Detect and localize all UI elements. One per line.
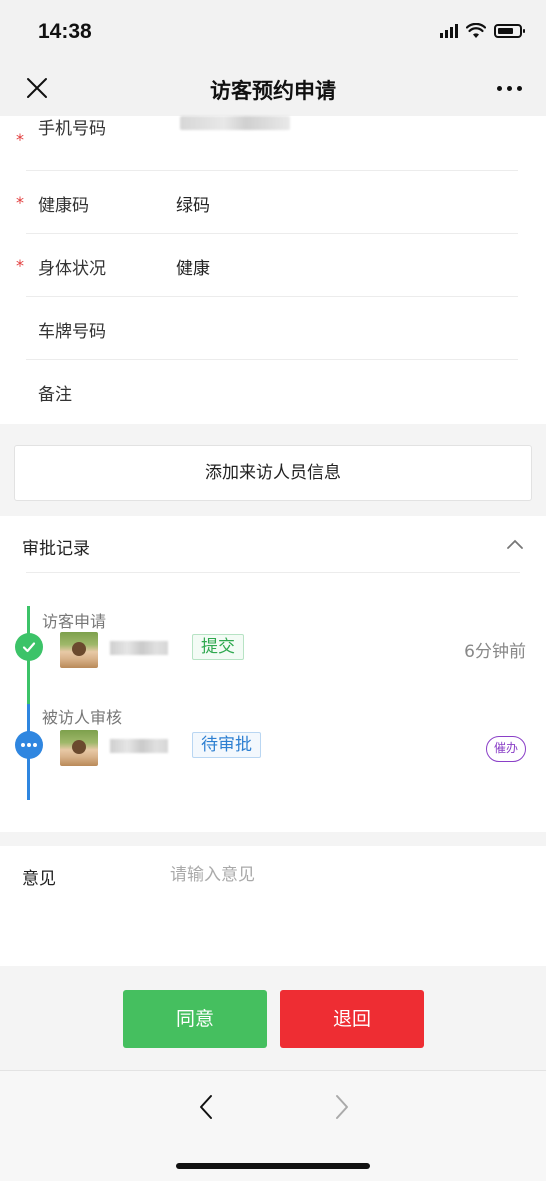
required-mark: * bbox=[16, 130, 24, 149]
avatar bbox=[60, 730, 98, 766]
form-row-plate[interactable]: 车牌号码 bbox=[26, 297, 518, 360]
check-icon bbox=[15, 633, 43, 661]
add-visitor-button[interactable]: 添加来访人员信息 bbox=[14, 445, 532, 501]
health-code-value: 绿码 bbox=[176, 196, 210, 216]
required-mark: * bbox=[16, 193, 24, 212]
urge-button[interactable]: 催办 bbox=[486, 736, 526, 762]
return-button[interactable]: 退回 bbox=[280, 990, 424, 1048]
agree-button[interactable]: 同意 bbox=[123, 990, 267, 1048]
forward-icon[interactable] bbox=[330, 1093, 352, 1121]
remark-label: 备注 bbox=[38, 385, 72, 405]
status-icons bbox=[440, 22, 525, 40]
action-bar: 同意 退回 bbox=[0, 966, 546, 1070]
form-row-condition[interactable]: * 身体状况 健康 bbox=[16, 234, 518, 297]
opinion-section: 意见 bbox=[0, 846, 546, 966]
back-icon[interactable] bbox=[196, 1093, 218, 1121]
plate-label: 车牌号码 bbox=[38, 322, 106, 342]
condition-label: 身体状况 bbox=[38, 259, 106, 279]
approver-name bbox=[110, 641, 168, 655]
approval-title: 审批记录 bbox=[22, 539, 90, 559]
divider bbox=[26, 572, 520, 573]
step-time: 6分钟前 bbox=[464, 642, 526, 662]
browser-toolbar bbox=[0, 1070, 546, 1181]
step-title: 被访人审核 bbox=[42, 708, 123, 727]
opinion-label: 意见 bbox=[22, 869, 56, 889]
form-row-health-code[interactable]: * 健康码 绿码 bbox=[16, 171, 518, 234]
phone-label: 手机号码 bbox=[38, 119, 106, 139]
signal-icon bbox=[440, 24, 458, 38]
status-time: 14:38 bbox=[38, 20, 92, 43]
phone-value bbox=[180, 116, 290, 130]
status-badge: 待审批 bbox=[192, 732, 261, 758]
avatar bbox=[60, 632, 98, 668]
form-row-remark[interactable]: 备注 bbox=[26, 360, 518, 423]
approval-records: 审批记录 访客申请 提交 6分钟前 被访人审核 待审批 催办 bbox=[0, 516, 546, 832]
page-title: 访客预约申请 bbox=[210, 79, 336, 103]
home-indicator bbox=[176, 1163, 370, 1169]
status-bar: 14:38 bbox=[0, 0, 546, 62]
status-badge: 提交 bbox=[192, 634, 244, 660]
pending-icon bbox=[15, 731, 43, 759]
battery-icon bbox=[494, 24, 525, 38]
chevron-up-icon[interactable] bbox=[506, 538, 524, 550]
wifi-icon bbox=[466, 23, 486, 38]
health-code-label: 健康码 bbox=[38, 196, 89, 216]
visitor-form: * 手机号码 * 健康码 绿码 * 身体状况 健康 车牌号码 备注 bbox=[0, 116, 546, 424]
approver-name bbox=[110, 739, 168, 753]
form-row-phone[interactable]: * 手机号码 bbox=[16, 108, 518, 171]
step-title: 访客申请 bbox=[42, 612, 107, 631]
required-mark: * bbox=[16, 256, 24, 275]
more-icon[interactable] bbox=[497, 86, 522, 91]
condition-value: 健康 bbox=[176, 259, 210, 279]
opinion-input[interactable] bbox=[170, 860, 520, 890]
